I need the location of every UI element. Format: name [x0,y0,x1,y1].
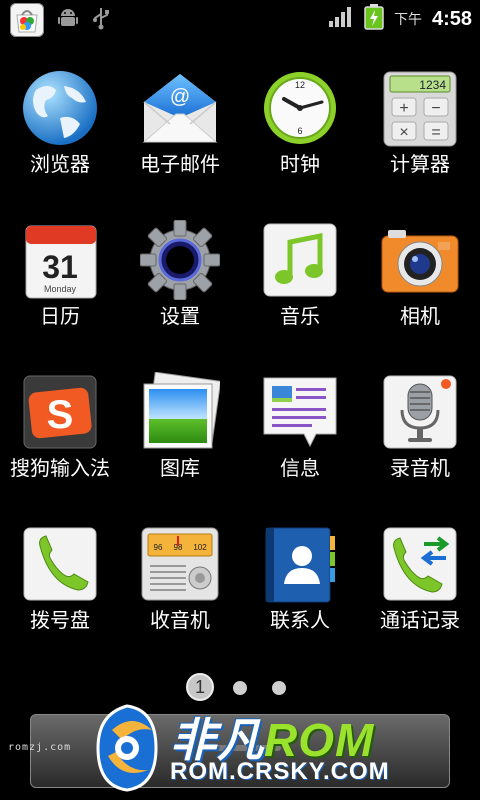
app-settings[interactable]: 设置 [120,212,240,362]
app-label: 电子邮件 [140,152,220,176]
message-icon [263,377,337,448]
svg-text:@: @ [170,86,190,108]
radio-freq-3: 102 [193,543,207,552]
battery-charging-icon [364,4,384,34]
calendar-icon: 31 Monday [25,225,97,299]
app-camera[interactable]: 相机 [360,212,480,362]
page-indicator[interactable]: 1 [0,673,480,703]
radio-freq-1: 96 [154,543,163,552]
app-label: 联系人 [270,608,330,632]
app-browser[interactable]: 浏览器 [0,60,120,210]
app-label: 拨号盘 [30,608,90,632]
email-icon: @ [142,74,218,143]
watermark-small-text: romzj.com [8,742,72,753]
status-bar[interactable]: 下午 4:58 [0,0,480,38]
app-recorder[interactable]: 录音机 [360,364,480,514]
android-debug-icon [58,7,78,33]
app-gallery[interactable]: 图库 [120,364,240,514]
contacts-book-icon [265,527,335,603]
watermark-url: ROM.CRSKY.COM [170,758,390,785]
camera-icon [381,230,459,293]
svg-text:+: + [399,100,408,117]
app-email[interactable]: @ 电子邮件 [120,60,240,210]
crsky-logo-icon [96,704,158,792]
time-period: 下午 [393,12,422,28]
app-label: 信息 [280,456,320,480]
app-radio[interactable]: 96 98 102 收音机 [120,516,240,666]
app-label: 浏览器 [30,152,90,176]
calculator-icon: 1234 + − × = [383,71,457,147]
app-label: 图库 [160,456,200,480]
app-messaging[interactable]: 信息 [240,364,360,514]
app-contacts[interactable]: 联系人 [240,516,360,666]
app-sogou-input[interactable]: S 搜狗输入法 [0,364,120,514]
app-calculator[interactable]: 1234 + − × = 计算器 [360,60,480,210]
page-dot[interactable] [233,681,247,695]
svg-text:−: − [431,100,440,117]
app-label: 相机 [400,304,440,328]
calculator-display: 1234 [419,78,446,92]
calendar-weekday: Monday [44,284,77,294]
phone-handset-icon [23,527,97,601]
app-label: 计算器 [390,152,450,176]
app-label: 日历 [40,304,80,328]
sogou-s-icon: S [23,375,97,449]
signal-icon [328,6,354,32]
app-label: 通话记录 [380,608,460,632]
music-note-icon [263,223,337,297]
app-music[interactable]: 音乐 [240,212,360,362]
microphone-icon [383,375,457,449]
gear-icon [140,220,220,300]
usb-icon [92,6,110,34]
app-label: 设置 [160,304,200,328]
app-label: 录音机 [390,456,450,480]
app-notification-icon [10,3,44,37]
app-clock[interactable]: 12 6 时钟 [240,60,360,210]
app-label: 搜狗输入法 [10,456,110,480]
app-calendar[interactable]: 31 Monday 日历 [0,212,120,362]
svg-text:6: 6 [297,126,302,136]
clock-icon: 12 6 [264,72,336,144]
call-log-icon [383,527,457,601]
photo-gallery-icon [143,372,220,449]
calendar-day: 31 [42,249,78,285]
globe-icon [23,71,97,145]
radio-icon: 96 98 102 [141,527,219,601]
svg-text:=: = [431,124,440,141]
svg-text:12: 12 [295,80,305,90]
app-label: 收音机 [150,608,210,632]
app-dialer[interactable]: 拨号盘 [0,516,120,666]
app-label: 音乐 [280,304,320,328]
app-label: 时钟 [280,152,320,176]
sogou-glyph: S [47,393,74,437]
page-dot[interactable] [272,681,286,695]
app-call-log[interactable]: 通话记录 [360,516,480,666]
svg-text:×: × [399,124,408,141]
page-dot-current[interactable]: 1 [186,673,214,701]
clock-time: 4:58 [431,7,472,30]
